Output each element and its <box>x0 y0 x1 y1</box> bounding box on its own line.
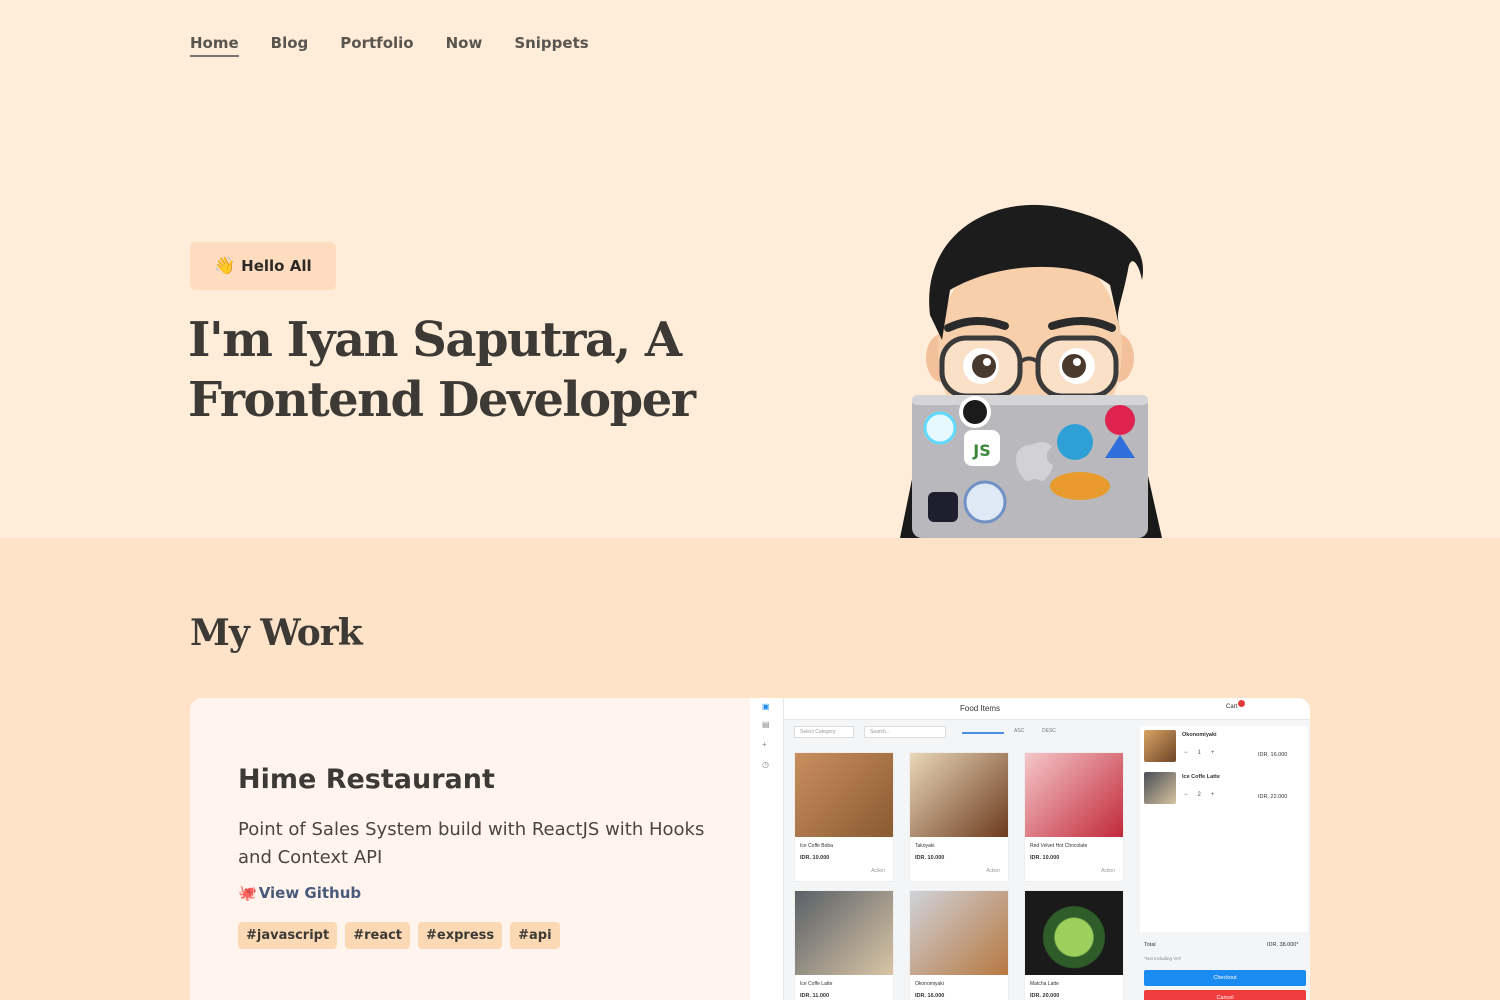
cart-badge <box>1238 700 1245 707</box>
search-field: Search... <box>864 726 946 738</box>
cart-item-name: Okonomiyaki <box>1182 732 1217 738</box>
item-name: Matcha Latte <box>1030 981 1059 987</box>
item-name: Ice Coffe Boba <box>800 843 833 849</box>
nav-blog[interactable]: Blog <box>271 34 309 57</box>
cancel-button: Cancel <box>1144 990 1306 1000</box>
project-card: Hime Restaurant Point of Sales System bu… <box>190 698 1310 1000</box>
item-price: IDR. 20.000 <box>1030 993 1060 999</box>
item-price: IDR. 10.000 <box>1030 855 1060 861</box>
cart-total-value: IDR. 38.000* <box>1267 942 1299 948</box>
history-icon: ▤ <box>762 720 770 729</box>
avatar: JS <box>900 204 1162 538</box>
tag-item[interactable]: #api <box>510 922 560 949</box>
svg-text:JS: JS <box>972 441 990 460</box>
hello-badge-label: Hello All <box>241 257 312 275</box>
checkout-button: Checkout <box>1144 970 1306 986</box>
screenshot-sidebar: ▣ ▤ + ◷ <box>750 698 784 1000</box>
screenshot-filters: Select Category Search... ASC DESC <box>794 726 1134 738</box>
screenshot-cart: Okonomiyaki −1+ IDR. 16.000 Ice Coffe La… <box>1140 726 1308 932</box>
project-title: Hime Restaurant <box>238 764 495 795</box>
cart-item-price: IDR. 22.000 <box>1258 794 1288 800</box>
view-github-link[interactable]: 🐙 View Github <box>238 884 361 902</box>
item-action: Action <box>986 868 1000 874</box>
item-price: IDR. 11.000 <box>800 993 830 999</box>
item-image <box>910 891 1008 975</box>
my-work-section: My Work Hime Restaurant Point of Sales S… <box>0 538 1500 1000</box>
menu-item-card: Ice Coffe Boba IDR. 10.000 Action <box>794 752 894 882</box>
cart-item-name: Ice Coffe Latte <box>1182 774 1220 780</box>
screenshot-header: Food Items Cart <box>784 698 1310 720</box>
nav-snippets[interactable]: Snippets <box>514 34 588 57</box>
tag-item[interactable]: #javascript <box>238 922 338 949</box>
item-name: Okonomiyaki <box>915 981 944 987</box>
item-image <box>795 753 893 837</box>
cart-thumb <box>1144 772 1176 804</box>
item-image <box>1025 753 1123 837</box>
price-slider <box>962 732 1004 734</box>
hello-badge: 👋 Hello All <box>190 242 336 290</box>
top-nav: Home Blog Portfolio Now Snippets <box>190 34 589 57</box>
cart-item-qty: −1+ <box>1184 750 1225 756</box>
nav-portfolio[interactable]: Portfolio <box>340 34 413 57</box>
item-name: Ice Coffe Latte <box>800 981 833 987</box>
cart-thumb <box>1144 730 1176 762</box>
section-title: My Work <box>190 612 363 654</box>
screenshot-cart-label: Cart <box>1226 704 1238 710</box>
category-select: Select Category <box>794 726 854 738</box>
sort-desc: DESC <box>1042 728 1056 734</box>
item-image <box>1025 891 1123 975</box>
add-icon: + <box>762 740 767 749</box>
cart-total-label: Total <box>1144 942 1156 948</box>
cart-item-price: IDR. 16.000 <box>1258 752 1288 758</box>
page-title: I'm Iyan Saputra, A Frontend Developer <box>188 312 696 428</box>
project-description: Point of Sales System build with ReactJS… <box>238 819 705 868</box>
item-price: IDR. 16.000 <box>915 993 945 999</box>
nav-home[interactable]: Home <box>190 34 239 57</box>
menu-item-card: Okonomiyaki IDR. 16.000 <box>909 890 1009 1000</box>
view-github-label: View Github <box>258 884 362 902</box>
menu-item-card: Takoyaki IDR. 10.000 Action <box>909 752 1009 882</box>
item-image <box>795 891 893 975</box>
item-price: IDR. 10.000 <box>800 855 830 861</box>
vat-note: *Not Including VAT <box>1144 956 1182 961</box>
item-action: Action <box>871 868 885 874</box>
item-price: IDR. 10.000 <box>915 855 945 861</box>
item-name: Takoyaki <box>915 843 935 849</box>
menu-item-card: Matcha Latte IDR. 20.000 <box>1024 890 1124 1000</box>
project-info: Hime Restaurant Point of Sales System bu… <box>190 698 750 1000</box>
nav-now[interactable]: Now <box>446 34 483 57</box>
cart-item-qty: −2+ <box>1184 792 1225 798</box>
screenshot-title: Food Items <box>960 704 1001 713</box>
tag-item[interactable]: #express <box>418 922 503 949</box>
clock-icon: ◷ <box>762 760 769 769</box>
food-icon: ▣ <box>762 702 770 711</box>
item-name: Red Velvet Hot Chocolate <box>1030 843 1088 849</box>
sort-asc: ASC <box>1014 728 1025 734</box>
cart-row: Okonomiyaki −1+ IDR. 16.000 <box>1144 730 1304 766</box>
menu-item-card: Ice Coffe Latte IDR. 11.000 <box>794 890 894 1000</box>
item-image <box>910 753 1008 837</box>
waving-hand-icon: 👋 <box>214 256 236 276</box>
menu-item-card: Red Velvet Hot Chocolate IDR. 10.000 Act… <box>1024 752 1124 882</box>
tag-list: #javascript #react #express #api <box>238 922 560 949</box>
github-icon: 🐙 <box>238 884 257 902</box>
tag-item[interactable]: #react <box>345 922 411 949</box>
cart-row: Ice Coffe Latte −2+ IDR. 22.000 <box>1144 772 1304 808</box>
project-screenshot[interactable]: ▣ ▤ + ◷ Food Items Cart Select Category … <box>750 698 1310 1000</box>
item-action: Action <box>1101 868 1115 874</box>
